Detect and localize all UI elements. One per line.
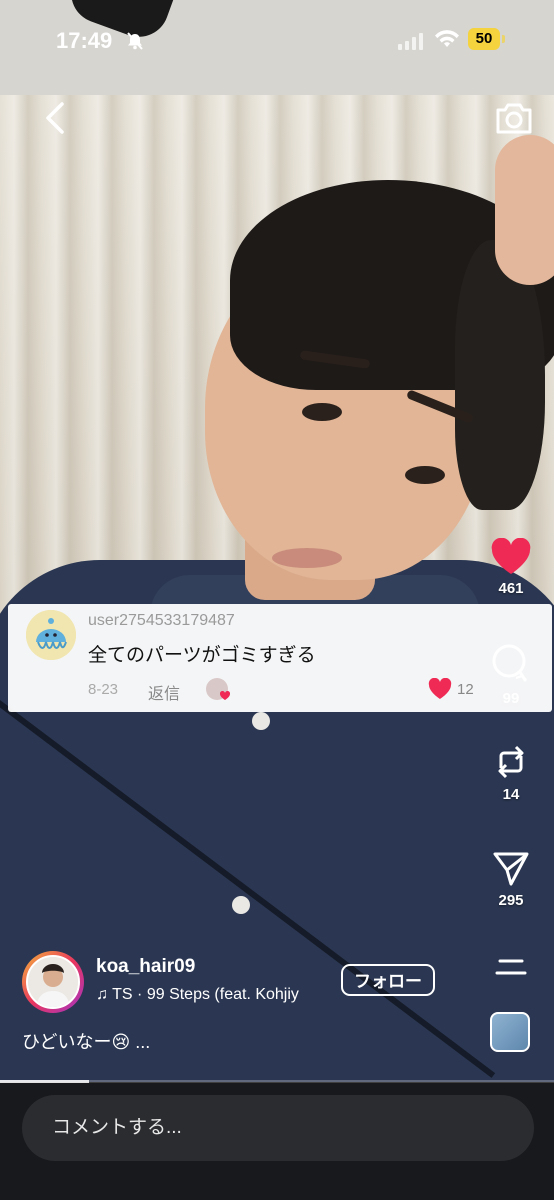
cell-signal-icon xyxy=(398,32,424,50)
music-ticker[interactable]: ♫ TS · 99 Steps (feat. Kohjiy xyxy=(96,986,328,1004)
jellyfish-avatar-icon xyxy=(26,610,76,660)
commenter-avatar[interactable] xyxy=(26,610,76,660)
send-icon xyxy=(493,852,529,886)
heart-icon xyxy=(491,538,531,574)
camera-button[interactable] xyxy=(492,98,536,138)
screen: 17:49 50 461 99 14 xyxy=(0,0,554,1200)
battery-indicator: 50 xyxy=(468,28,500,50)
bottom-bar: コメントする... xyxy=(0,1083,554,1200)
like-count: 461 xyxy=(498,580,524,597)
post-caption[interactable]: ひどいなー😢 ... xyxy=(22,1028,150,1054)
comment-like-button[interactable] xyxy=(428,677,452,705)
shirt-button xyxy=(252,712,270,730)
comment-text: 全てのパーツがゴミすぎる xyxy=(88,645,316,666)
music-title: TS · 99 Steps (feat. Kohjiy xyxy=(112,986,299,1003)
chevron-left-icon xyxy=(46,102,64,134)
hand xyxy=(495,135,554,285)
comment-card[interactable]: user2754533179487 全てのパーツがゴミすぎる 8-23 返信 1… xyxy=(8,604,552,712)
like-button[interactable]: 461 xyxy=(486,538,536,597)
status-time: 17:49 xyxy=(56,28,113,53)
follow-button[interactable]: フォロー xyxy=(341,964,435,996)
wifi-icon xyxy=(434,28,460,50)
comment-like-count: 12 xyxy=(457,681,474,698)
more-menu-button[interactable] xyxy=(486,956,536,978)
menu-lines-icon xyxy=(495,959,527,975)
bell-mute-icon xyxy=(125,32,145,55)
music-thumbnail[interactable] xyxy=(490,1012,530,1052)
comment-input[interactable]: コメントする... xyxy=(22,1095,534,1161)
music-note-icon: ♫ xyxy=(96,986,113,1003)
repost-icon xyxy=(498,745,524,779)
repost-count: 14 xyxy=(502,786,520,803)
commenter-username[interactable]: user2754533179487 xyxy=(88,612,235,630)
creator-liked-avatar xyxy=(206,678,231,700)
status-bar: 17:49 50 xyxy=(0,22,554,62)
video-frame[interactable] xyxy=(0,0,554,1082)
profile-photo-icon xyxy=(28,957,78,1007)
eye xyxy=(302,403,342,421)
shirt-button xyxy=(232,896,250,914)
author-avatar[interactable] xyxy=(22,951,84,1013)
mouth xyxy=(272,548,342,568)
reply-button[interactable]: 返信 xyxy=(148,680,180,704)
repost-button[interactable]: 14 xyxy=(486,742,536,803)
author-avatar-image xyxy=(26,955,80,1009)
small-heart-icon xyxy=(219,690,231,700)
eye xyxy=(405,466,445,484)
back-button[interactable] xyxy=(38,100,74,136)
heart-icon xyxy=(428,677,452,699)
comment-date: 8-23 xyxy=(88,681,119,698)
share-count: 295 xyxy=(498,892,524,909)
author-username[interactable]: koa_hair09 xyxy=(96,956,195,978)
camera-icon xyxy=(496,103,532,134)
share-button[interactable]: 295 xyxy=(486,848,536,909)
battery-cap xyxy=(502,35,505,43)
